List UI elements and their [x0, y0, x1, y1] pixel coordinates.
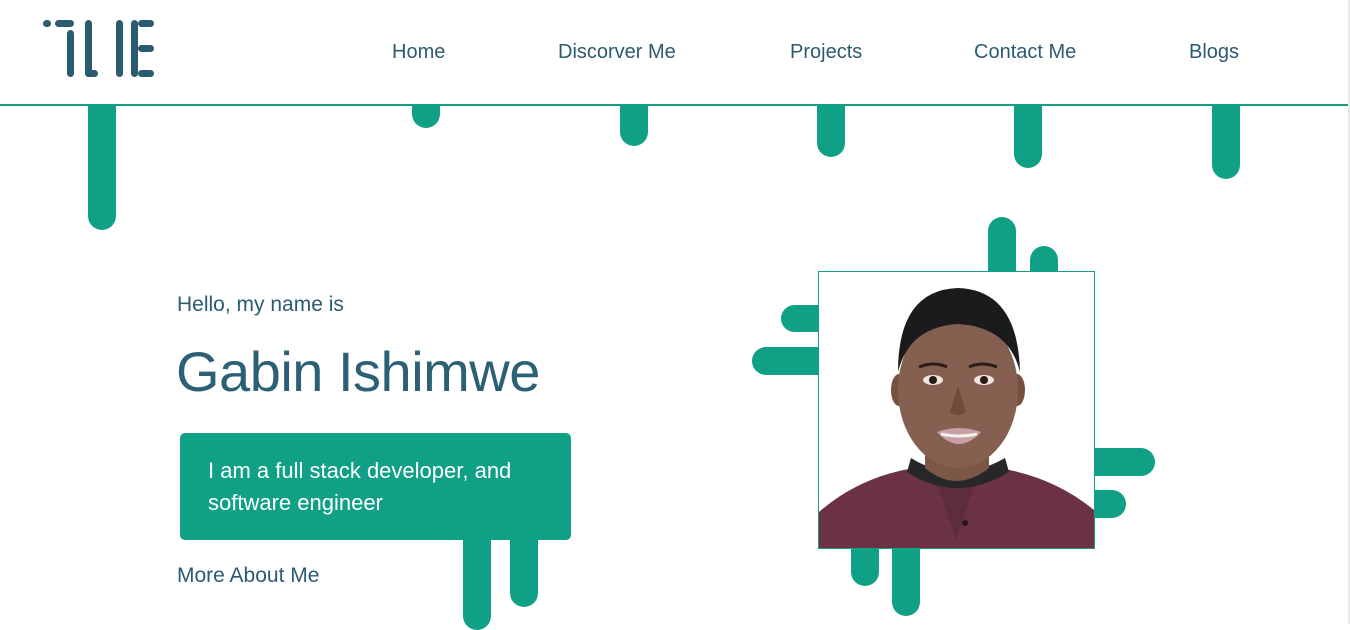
decorative-drip	[1014, 106, 1042, 168]
portrait-illustration	[819, 272, 1094, 548]
profile-photo	[818, 271, 1095, 549]
nav-home[interactable]: Home	[392, 41, 445, 64]
decorative-drip	[817, 106, 845, 157]
decorative-drip	[510, 530, 538, 607]
nav-blogs[interactable]: Blogs	[1189, 41, 1239, 64]
site-logo[interactable]	[43, 20, 158, 80]
tagline-text: I am a full stack developer, and softwar…	[208, 458, 512, 515]
more-about-me-link[interactable]: More About Me	[177, 564, 319, 588]
decorative-drip	[88, 106, 116, 230]
nav-projects[interactable]: Projects	[790, 41, 862, 64]
nav-discover-me[interactable]: Discorver Me	[558, 41, 676, 64]
decorative-drip	[412, 106, 440, 128]
nav-contact-me[interactable]: Contact Me	[974, 41, 1076, 64]
site-header: Home Discorver Me Projects Contact Me Bl…	[0, 0, 1348, 106]
tagline-box: I am a full stack developer, and softwar…	[180, 433, 571, 540]
decorative-drip	[463, 530, 491, 630]
hero-name: Gabin Ishimwe	[176, 340, 540, 403]
greeting-text: Hello, my name is	[177, 293, 344, 316]
decorative-drip	[620, 106, 648, 146]
decorative-drip	[1212, 106, 1240, 179]
